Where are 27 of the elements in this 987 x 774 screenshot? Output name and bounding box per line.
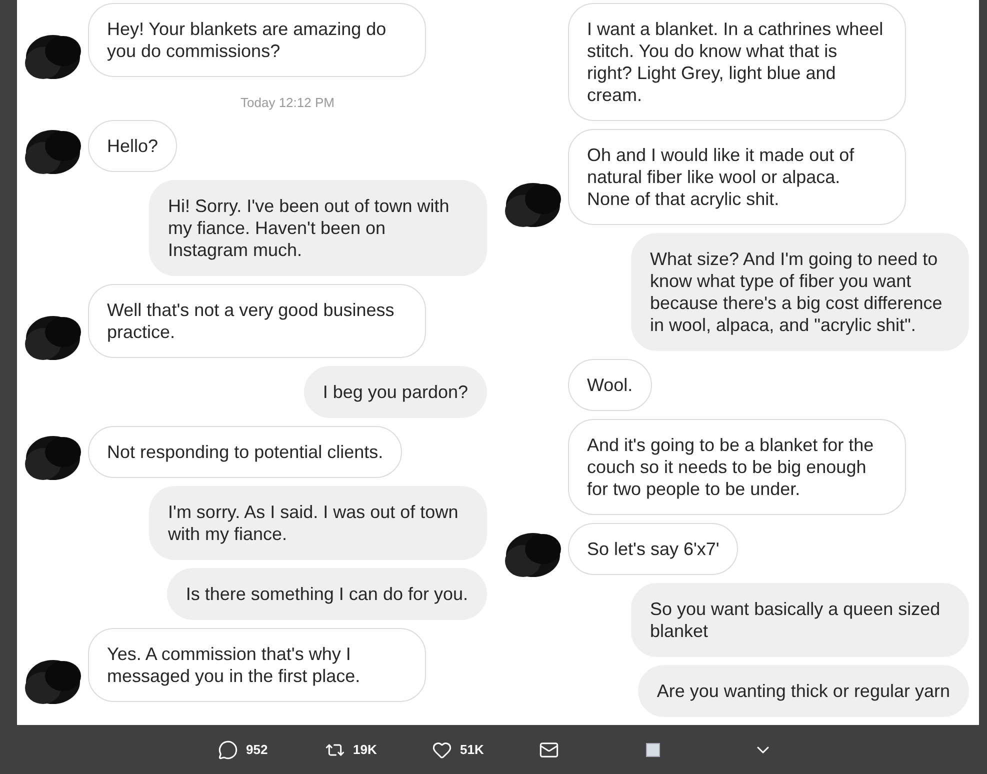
- comment-icon: [218, 740, 238, 760]
- sent-message: What size? And I'm going to need to know what type of fiber you want because there's a big cost difference in wool, alpaca, and "acrylic shit".: [631, 233, 969, 351]
- mail-icon: [539, 740, 559, 760]
- received-message: So let's say 6'x7': [568, 523, 738, 575]
- received-message: And it's going to be a blanket for the couch so it needs to be big enough for two people to be under.: [568, 419, 906, 515]
- retweet-button[interactable]: 19K: [325, 740, 377, 760]
- received-message: Not responding to potential clients.: [88, 426, 402, 478]
- sent-message: I beg you pardon?: [304, 366, 487, 418]
- received-message: Oh and I would like it made out of natural fiber like wool or alpaca. None of that acrylic shit.: [568, 129, 906, 225]
- sent-message: Is there something I can do for you.: [166, 568, 487, 620]
- thumbnail-button[interactable]: [646, 742, 660, 756]
- timestamp: Today 12:12 PM: [240, 94, 334, 112]
- received-message: Hey! Your blankets are amazing do you do commissions?: [88, 3, 426, 77]
- image-thumbnail-icon: [646, 742, 660, 756]
- reply-button[interactable]: 952: [218, 740, 268, 760]
- received-message: Wool.: [568, 359, 652, 411]
- received-message: Well that's not a very good business practice.: [88, 284, 426, 358]
- sent-message: Are you wanting thick or regular yarn: [638, 665, 969, 717]
- like-button[interactable]: 51K: [432, 740, 484, 760]
- received-message: Hello?: [88, 120, 178, 172]
- received-message: I want a blanket. In a cathrines wheel stitch. You do know what that is right? Light Grey, light blue and cream.: [568, 3, 906, 121]
- sent-message: So you want basically a queen sized blanket: [631, 583, 969, 657]
- sent-message: Hi! Sorry. I've been out of town with my fiance. Haven't been on Instagram much.: [149, 180, 487, 276]
- sent-message: I'm sorry. As I said. I was out of town with my fiance.: [149, 486, 487, 560]
- heart-icon: [432, 740, 452, 760]
- message-button[interactable]: [539, 740, 559, 760]
- received-message: Yes. A commission that's why I messaged you in the first place.: [88, 628, 426, 702]
